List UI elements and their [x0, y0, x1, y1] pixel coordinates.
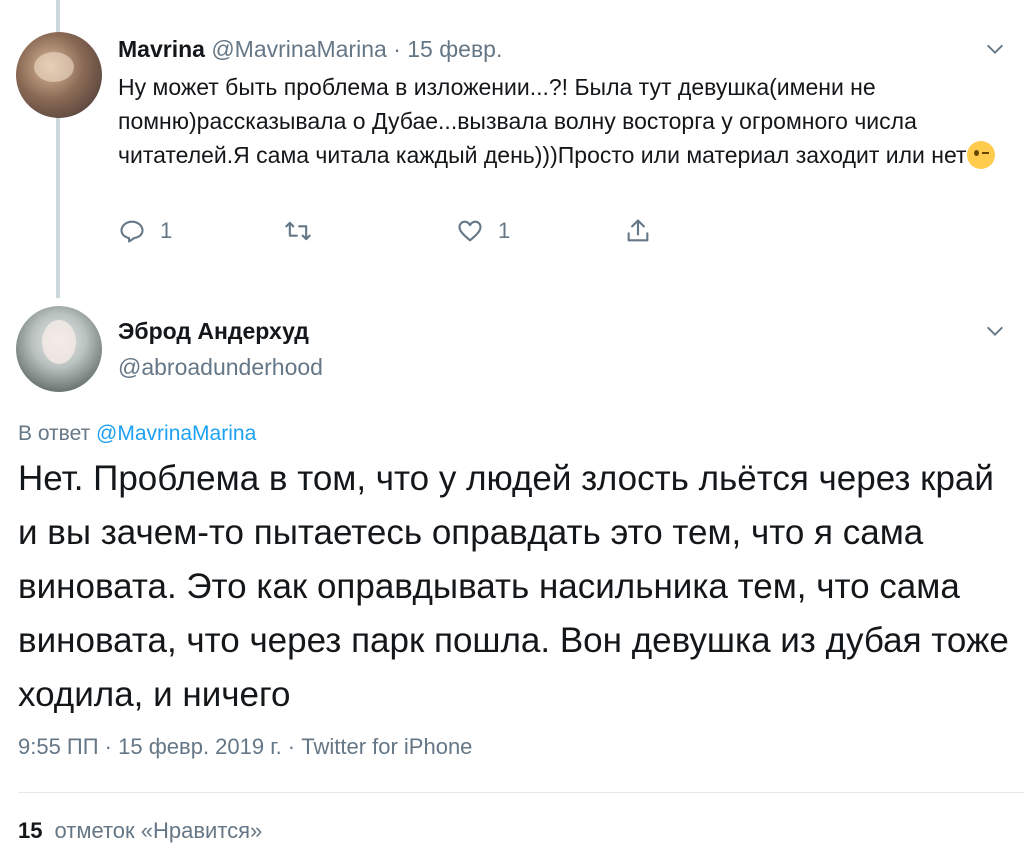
reply-to-link[interactable]: @MavrinaMarina [96, 422, 256, 445]
avatar[interactable] [16, 32, 102, 118]
share-button[interactable] [624, 214, 652, 248]
tweet-header: Mavrina @MavrinaMarina · 15 февр. [118, 34, 502, 64]
like-button[interactable]: 1 [456, 214, 510, 248]
divider [18, 792, 1024, 793]
author-name[interactable]: Эброд Андерхуд [118, 318, 309, 345]
separator: · [393, 36, 401, 62]
retweet-button[interactable] [284, 214, 326, 248]
author-name[interactable]: Mavrina [118, 36, 205, 62]
like-icon [458, 220, 482, 242]
likes-count: 15 [18, 818, 43, 843]
reply-prefix: В ответ [18, 422, 91, 445]
reply-icon [120, 220, 144, 243]
chevron-down-icon[interactable] [984, 38, 1006, 60]
retweet-icon [285, 221, 311, 241]
reply-button[interactable]: 1 [118, 214, 172, 248]
chevron-down-icon[interactable] [984, 320, 1006, 342]
tweet-meta[interactable]: 9:55 ПП · 15 февр. 2019 г. · Twitter for… [18, 734, 472, 760]
tweet-date[interactable]: 15 февр. [407, 36, 502, 62]
tweet-text: Нет. Проблема в том, что у людей злость … [18, 459, 1009, 714]
like-count: 1 [498, 218, 511, 243]
avatar[interactable] [16, 306, 102, 392]
tweet-actions: 1 1 [118, 214, 678, 248]
likes-label: отметок «Нравится» [54, 818, 263, 843]
author-handle[interactable]: @abroadunderhood [118, 354, 323, 381]
reply-context: В ответ @MavrinaMarina [18, 422, 256, 446]
tweet-text-body: Ну может быть проблема в изложении...?! … [118, 74, 967, 168]
share-icon [627, 219, 649, 242]
reply-count: 1 [160, 218, 173, 243]
author-handle[interactable]: @MavrinaMarina [211, 36, 386, 62]
tweet-text: Ну может быть проблема в изложении...?! … [118, 70, 998, 172]
winking-face-icon [966, 141, 995, 169]
likes-summary[interactable]: 15 отметок «Нравится» [18, 818, 262, 844]
